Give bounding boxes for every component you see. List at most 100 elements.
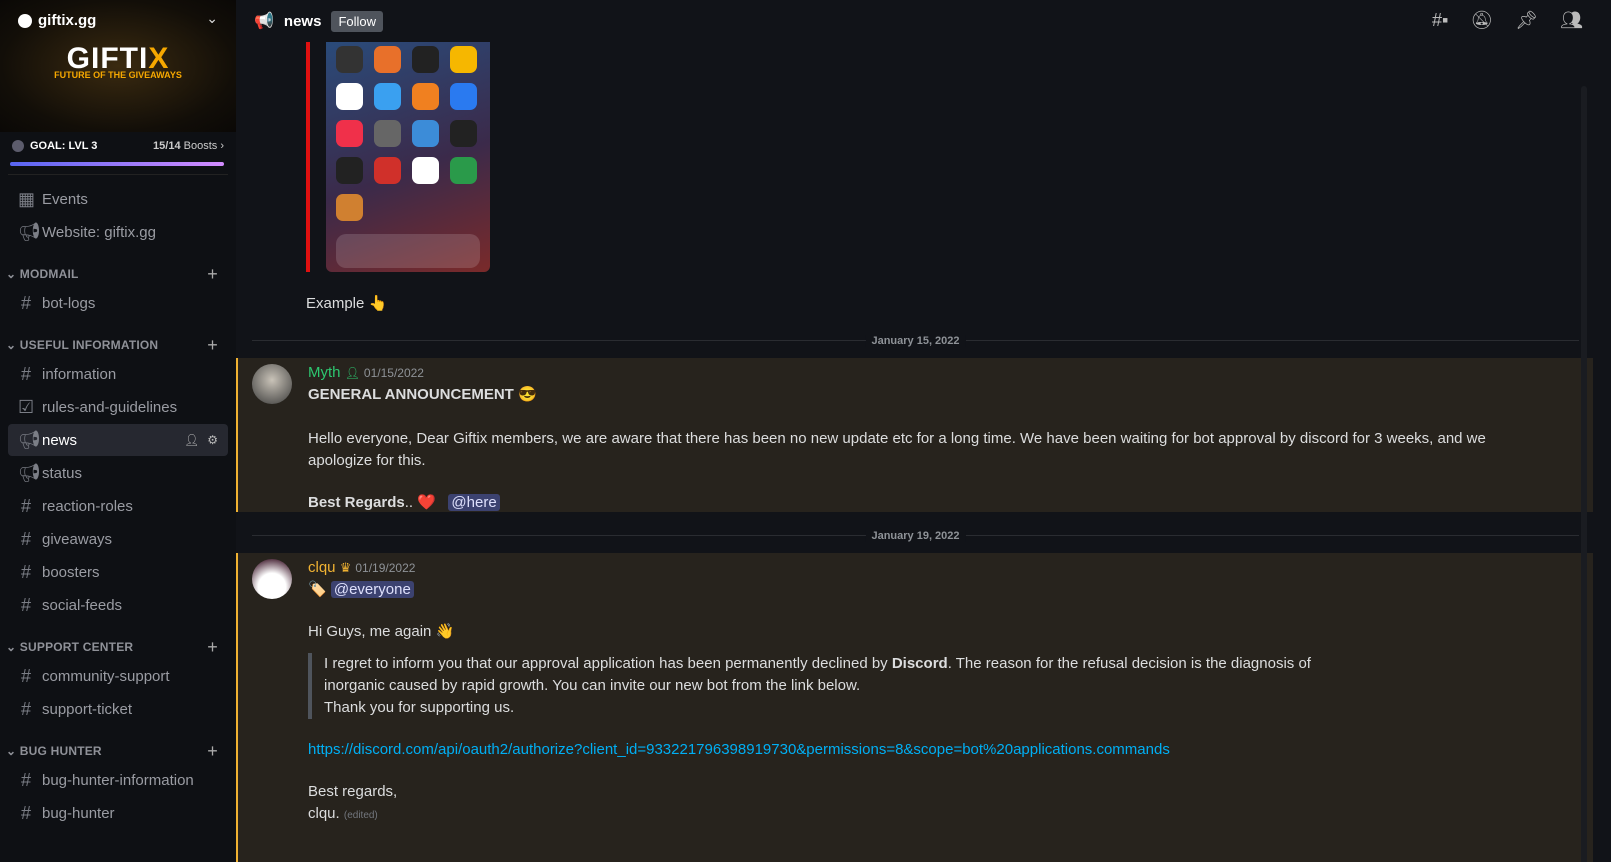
mention-here[interactable]: @here: [448, 494, 500, 511]
author-name[interactable]: clqu: [308, 559, 336, 576]
app-icon: [374, 46, 401, 73]
server-name: giftix.gg: [38, 12, 97, 29]
server-badge-icon: [18, 13, 32, 28]
hashtag-icon: #: [20, 561, 31, 582]
app-icon: [412, 157, 439, 184]
author-name[interactable]: Myth: [308, 364, 341, 381]
app-icon: [374, 83, 401, 110]
message: clqu ♛ 01/19/2022 🏷️ @everyone Hi Guys, m…: [236, 553, 1593, 862]
channel-item[interactable]: # social-feeds: [8, 589, 228, 621]
attachment-image[interactable]: [306, 42, 490, 272]
channel-item[interactable]: # information: [8, 358, 228, 390]
category-header[interactable]: ⌄ USEFUL INFORMATION +: [0, 333, 236, 357]
hashtag-icon: #: [20, 769, 31, 790]
hashtag-icon: #: [20, 802, 31, 823]
calendar-icon: ▦: [18, 188, 36, 209]
message: Myth 👤︎ 01/15/2022 GENERAL ANNOUNCEMENT 😎…: [236, 358, 1593, 512]
quote-bold: Discord: [891, 655, 948, 672]
chevron-down-icon[interactable]: ⌄: [206, 10, 218, 27]
mute-icon[interactable]: 🔕︎: [1470, 10, 1493, 31]
channel-item[interactable]: # bug-hunter: [8, 797, 228, 829]
channel-item[interactable]: # giveaways: [8, 523, 228, 555]
channel-item[interactable]: 📢︎ news 👤︎ ⚙: [8, 424, 228, 456]
message-signoff: clqu.: [308, 805, 340, 822]
role-icon: 👤︎: [344, 366, 360, 380]
sidebar-item[interactable]: 📢︎ Website: giftix.gg: [8, 216, 228, 248]
category-header[interactable]: ⌄ BUG HUNTER +: [0, 739, 236, 763]
hashtag-icon: #: [20, 594, 31, 615]
hashtag-icon: #: [20, 698, 31, 719]
app-icon: [336, 46, 363, 73]
quote-text: Thank you for supporting us.: [324, 699, 515, 716]
megaphone-icon: 📢︎: [18, 221, 41, 242]
channel-label: support-ticket: [42, 700, 133, 718]
channel-label: bug-hunter: [42, 804, 115, 822]
app-icon: [450, 157, 477, 184]
scrollbar[interactable]: [1581, 86, 1587, 862]
avatar[interactable]: [252, 364, 292, 404]
server-banner[interactable]: giftix.gg ⌄ GIFTIX FUTURE OF THE GIVEAWA…: [0, 0, 236, 132]
goal-label: GOAL: LVL 3: [30, 140, 98, 152]
add-channel-icon[interactable]: +: [207, 264, 218, 285]
crown-icon: ♛: [339, 560, 352, 575]
divider: [8, 174, 228, 175]
channel-item[interactable]: # bot-logs: [8, 287, 228, 319]
category-header[interactable]: ⌄ MODMAIL +: [0, 262, 236, 286]
timestamp: 01/19/2022: [355, 561, 416, 575]
server-name-button[interactable]: giftix.gg: [18, 12, 96, 29]
avatar[interactable]: [252, 559, 292, 599]
app-icon: [374, 157, 401, 184]
category-name: USEFUL INFORMATION: [19, 338, 159, 352]
channel-item[interactable]: # community-support: [8, 660, 228, 692]
channel-item[interactable]: 📢︎ status: [8, 457, 228, 489]
timestamp: 01/15/2022: [363, 366, 424, 380]
sidebar-item[interactable]: ▦ Events: [8, 183, 228, 215]
hashtag-icon: #: [20, 363, 31, 384]
chevron-icon: ⌄: [6, 640, 20, 654]
app-icon: [412, 120, 439, 147]
app-icon: [336, 120, 363, 147]
app-icon: [336, 83, 363, 110]
pin-icon[interactable]: 📌︎: [1515, 10, 1538, 31]
chevron-icon: ⌄: [6, 744, 20, 758]
threads-icon[interactable]: #▪: [1432, 10, 1448, 31]
invite-icon[interactable]: 👤︎: [184, 433, 199, 447]
date-divider: January 15, 2022: [252, 335, 1579, 347]
boost-goal[interactable]: GOAL: LVL 3 15/14 Boosts ›: [0, 132, 236, 152]
sidebar-item-label: Website: giftix.gg: [42, 223, 156, 241]
channel-item[interactable]: ☑ rules-and-guidelines: [8, 391, 228, 423]
add-channel-icon[interactable]: +: [207, 637, 218, 658]
mention-everyone[interactable]: @everyone: [330, 581, 414, 598]
channel-header: 📢 news Follow #▪ 🔕︎ 📌︎ 👥︎: [236, 0, 1611, 42]
banner-tagline: FUTURE OF THE GIVEAWAYS: [54, 70, 182, 80]
tag-emoji: 🏷️: [308, 581, 327, 598]
app-icon: [336, 194, 363, 221]
app-icon: [450, 120, 477, 147]
hashtag-icon: #: [20, 292, 31, 313]
channel-label: status: [42, 464, 83, 482]
chevron-icon: ⌄: [6, 338, 20, 352]
channel-item[interactable]: # reaction-roles: [8, 490, 228, 522]
boost-progress-bar: [10, 162, 224, 166]
channel-item[interactable]: # bug-hunter-information: [8, 764, 228, 796]
invite-link[interactable]: https://discord.com/api/oauth2/authorize…: [308, 741, 1170, 758]
channel-title: news: [283, 12, 322, 30]
add-channel-icon[interactable]: +: [207, 335, 218, 356]
channel-label: giveaways: [42, 530, 113, 548]
channel-label: community-support: [42, 667, 170, 685]
app-icon: [412, 46, 439, 73]
gear-icon[interactable]: ⚙: [207, 433, 218, 447]
message-sign-rest: .. ❤️: [404, 494, 436, 511]
category-name: BUG HUNTER: [19, 744, 102, 758]
app-icon: [374, 120, 401, 147]
channel-item[interactable]: # support-ticket: [8, 693, 228, 725]
follow-button[interactable]: Follow: [331, 10, 384, 32]
channel-item[interactable]: # boosters: [8, 556, 228, 588]
add-channel-icon[interactable]: +: [207, 741, 218, 762]
app-icon: [450, 83, 477, 110]
channel-sidebar: giftix.gg ⌄ GIFTIX FUTURE OF THE GIVEAWA…: [0, 0, 236, 862]
members-icon[interactable]: 👥︎: [1560, 10, 1583, 31]
category-header[interactable]: ⌄ SUPPORT CENTER +: [0, 635, 236, 659]
channel-label: boosters: [42, 563, 100, 581]
date-label: January 15, 2022: [865, 335, 966, 347]
